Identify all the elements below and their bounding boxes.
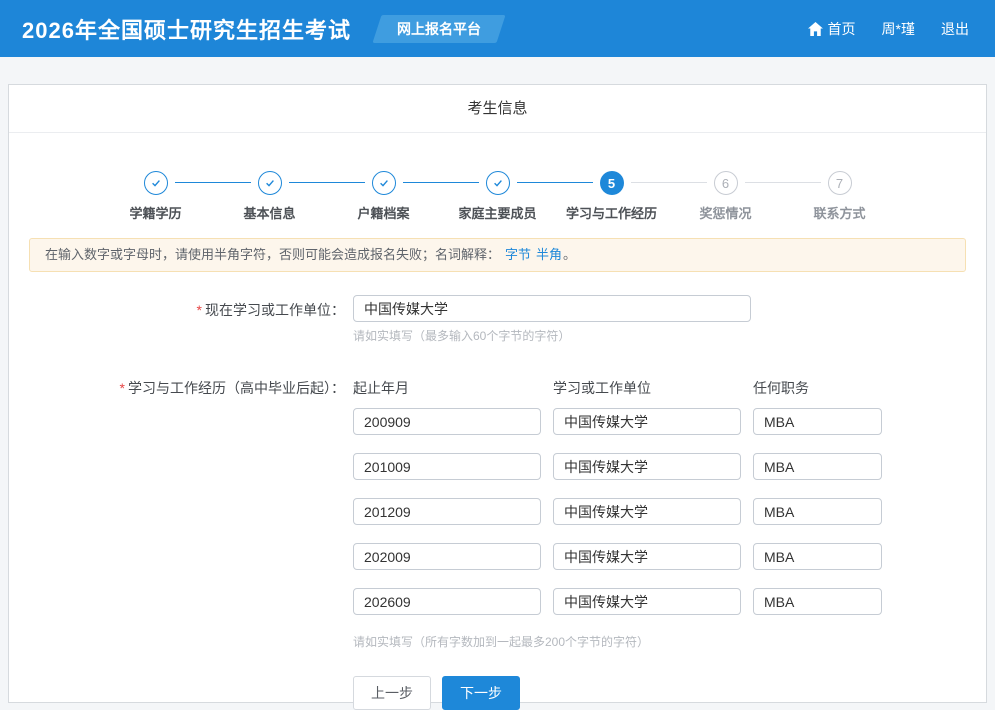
form-actions: 上一步 下一步 xyxy=(353,676,882,710)
notice-suffix: 。 xyxy=(563,247,576,262)
experience-row-1 xyxy=(353,408,882,435)
step-label: 户籍档案 xyxy=(327,203,441,222)
step-done-icon xyxy=(486,171,510,195)
required-asterisk: * xyxy=(120,380,125,396)
period-input-4[interactable] xyxy=(353,543,541,570)
period-input-1[interactable] xyxy=(353,408,541,435)
app-header: 2026年全国硕士研究生招生考试 网上报名平台 首页 周*瑾 退出 xyxy=(0,0,995,57)
header-nav: 首页 周*瑾 退出 xyxy=(808,19,969,39)
current-unit-row: *现在学习或工作单位： 请如实填写（最多输入60个字节的字符） xyxy=(9,295,986,344)
step-label: 联系方式 xyxy=(783,203,897,222)
step-done-icon xyxy=(258,171,282,195)
step-item-jiangcheng: 6 奖惩情况 xyxy=(669,171,783,222)
col-header-unit: 学习或工作单位 xyxy=(553,378,753,398)
position-input-2[interactable] xyxy=(753,453,882,480)
unit-input-3[interactable] xyxy=(553,498,741,525)
position-input-3[interactable] xyxy=(753,498,882,525)
required-asterisk: * xyxy=(197,302,202,318)
username: 周*瑾 xyxy=(882,19,915,39)
experience-row-2 xyxy=(353,453,882,480)
step-item-xueji: 学籍学历 xyxy=(99,171,213,222)
next-step-button[interactable]: 下一步 xyxy=(442,676,520,710)
experience-row-5 xyxy=(353,588,882,615)
unit-input-1[interactable] xyxy=(553,408,741,435)
step-item-lianxi: 7 联系方式 xyxy=(783,171,897,222)
candidate-info-card: 考生信息 学籍学历 基本信息 户籍档案 xyxy=(8,84,987,703)
step-item-huji: 户籍档案 xyxy=(327,171,441,222)
unit-input-4[interactable] xyxy=(553,543,741,570)
candidate-form: *现在学习或工作单位： 请如实填写（最多输入60个字节的字符） *学习与工作经历… xyxy=(9,295,986,710)
period-input-2[interactable] xyxy=(353,453,541,480)
home-link-label: 首页 xyxy=(828,19,856,39)
step-item-jiben: 基本信息 xyxy=(213,171,327,222)
halfwidth-glossary-link[interactable]: 半角 xyxy=(536,247,562,262)
current-unit-label: *现在学习或工作单位： xyxy=(9,295,353,320)
logout-link[interactable]: 退出 xyxy=(941,19,969,39)
position-input-1[interactable] xyxy=(753,408,882,435)
current-unit-hint: 请如实填写（最多输入60个字节的字符） xyxy=(353,327,751,344)
period-input-3[interactable] xyxy=(353,498,541,525)
step-number-badge: 6 xyxy=(714,171,738,195)
step-item-jingli-current: 5 学习与工作经历 xyxy=(555,171,669,222)
stepper: 学籍学历 基本信息 户籍档案 家庭主要成员 5 xyxy=(99,171,897,222)
unit-input-5[interactable] xyxy=(553,588,741,615)
step-label: 基本信息 xyxy=(213,203,327,222)
period-input-5[interactable] xyxy=(353,588,541,615)
experience-row-4 xyxy=(353,543,882,570)
step-label: 学习与工作经历 xyxy=(555,203,669,222)
step-done-icon xyxy=(372,171,396,195)
step-label: 家庭主要成员 xyxy=(441,203,555,222)
home-icon xyxy=(808,22,823,36)
notice-bar: 在输入数字或字母时，请使用半角字符，否则可能会造成报名失败；名词解释： 字节半角。 xyxy=(29,238,966,272)
step-item-jiating: 家庭主要成员 xyxy=(441,171,555,222)
current-unit-input[interactable] xyxy=(353,295,751,322)
step-number-badge: 5 xyxy=(600,171,624,195)
experience-label: *学习与工作经历（高中毕业后起）： xyxy=(9,373,353,398)
experience-row-3 xyxy=(353,498,882,525)
col-header-position: 任何职务 xyxy=(753,378,809,398)
experience-section: *学习与工作经历（高中毕业后起）： 起止年月 学习或工作单位 任何职务 xyxy=(9,373,986,710)
step-number-badge: 7 xyxy=(828,171,852,195)
notice-text: 在输入数字或字母时，请使用半角字符，否则可能会造成报名失败；名词解释： xyxy=(45,247,500,262)
experience-columns-header: 起止年月 学习或工作单位 任何职务 xyxy=(353,373,882,398)
step-label: 学籍学历 xyxy=(99,203,213,222)
step-label: 奖惩情况 xyxy=(669,203,783,222)
home-link[interactable]: 首页 xyxy=(808,19,856,39)
position-input-4[interactable] xyxy=(753,543,882,570)
platform-badge-label: 网上报名平台 xyxy=(397,19,481,39)
step-done-icon xyxy=(144,171,168,195)
byte-glossary-link[interactable]: 字节 xyxy=(505,247,531,262)
platform-badge: 网上报名平台 xyxy=(372,15,505,43)
col-header-period: 起止年月 xyxy=(353,378,553,398)
app-title: 2026年全国硕士研究生招生考试 xyxy=(22,13,351,45)
page-title: 考生信息 xyxy=(9,85,986,133)
prev-step-button[interactable]: 上一步 xyxy=(353,676,431,710)
unit-input-2[interactable] xyxy=(553,453,741,480)
experience-hint: 请如实填写（所有字数加到一起最多200个字节的字符） xyxy=(353,633,882,650)
position-input-5[interactable] xyxy=(753,588,882,615)
